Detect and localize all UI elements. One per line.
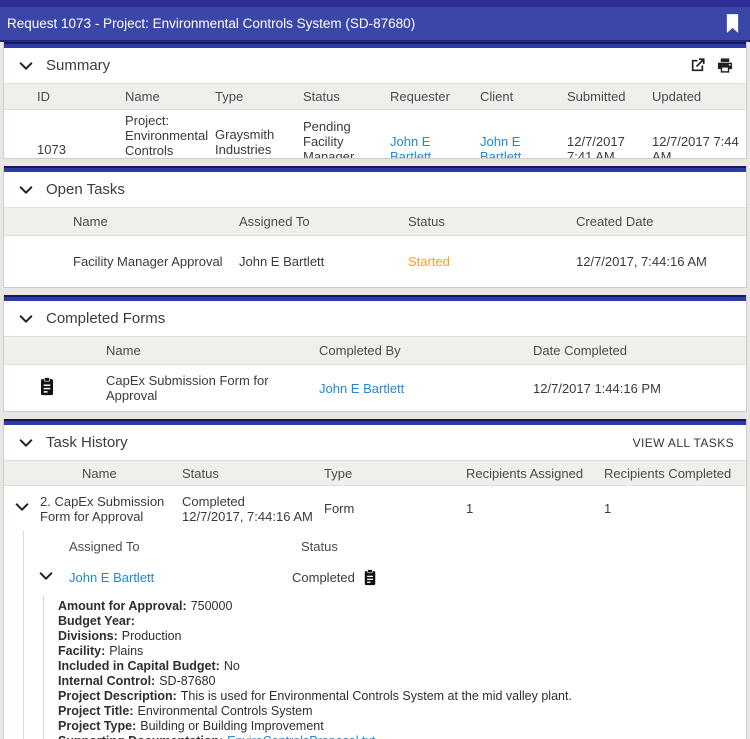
recipient-status: Completed xyxy=(292,570,355,585)
summary-type: Graysmith Industries CapEx xyxy=(215,127,303,159)
completed-forms-heading: Completed Forms xyxy=(46,310,734,327)
history-recipients-assigned: 1 xyxy=(466,501,604,516)
col-completed-by: Completed By xyxy=(319,343,533,358)
task-history-section: Task History VIEW ALL TASKS Name Status … xyxy=(3,419,747,739)
summary-section: Summary ID Name Type Status Requester Cl… xyxy=(3,42,747,159)
col-status: Status xyxy=(303,89,390,104)
col-recipients-assigned: Recipients Assigned xyxy=(466,466,604,481)
detail-project-type: Project Type:Building or Building Improv… xyxy=(58,719,746,734)
col-date-completed: Date Completed xyxy=(533,343,746,358)
titlebar: Request 1073 - Project: Environmental Co… xyxy=(0,0,750,42)
recipient-table-header: Assigned To Status xyxy=(24,531,746,560)
task-history-heading: Task History xyxy=(46,434,633,451)
form-name: CapEx Submission Form for Approval xyxy=(106,373,319,403)
recipient-row[interactable]: John E Bartlett Completed xyxy=(24,560,746,595)
task-created-date: 12/7/2017, 7:44:16 AM xyxy=(576,254,746,269)
detail-project-description: Project Description:This is used for Env… xyxy=(58,689,746,704)
col-type: Type xyxy=(324,466,466,481)
col-updated: Updated xyxy=(652,89,746,104)
history-task-type: Form xyxy=(324,501,466,516)
summary-table-header: ID Name Type Status Requester Client Sub… xyxy=(4,83,746,110)
open-tasks-section: Open Tasks Name Assigned To Status Creat… xyxy=(3,166,747,288)
col-name: Name xyxy=(106,343,319,358)
task-status: Started xyxy=(408,254,576,269)
page-title: Request 1073 - Project: Environmental Co… xyxy=(7,16,725,31)
col-name: Name xyxy=(73,214,239,229)
open-tasks-heading: Open Tasks xyxy=(46,181,734,198)
detail-facility: Facility:Plains xyxy=(58,644,746,659)
supporting-doc-link[interactable]: EnviroControlsProposal.txt xyxy=(227,734,375,739)
requester-link[interactable]: John E Bartlett xyxy=(390,134,431,158)
summary-heading: Summary xyxy=(46,57,689,74)
chevron-down-icon[interactable] xyxy=(18,182,34,198)
completed-forms-table-header: Name Completed By Date Completed xyxy=(4,336,746,365)
task-history-row[interactable]: 2. CapEx Submission Form for Approval Co… xyxy=(4,486,746,531)
chevron-down-icon[interactable] xyxy=(38,568,54,584)
open-task-row: Facility Manager Approval John E Bartlet… xyxy=(4,236,746,287)
col-client: Client xyxy=(480,89,567,104)
task-assigned-to: John E Bartlett xyxy=(239,254,408,269)
chevron-down-icon[interactable] xyxy=(18,435,34,451)
col-recipients-completed: Recipients Completed xyxy=(604,466,746,481)
summary-row: 1073 Project: Environmental Controls Sys… xyxy=(4,110,746,158)
col-submitted: Submitted xyxy=(567,89,652,104)
detail-divisions: Divisions:Production xyxy=(58,629,746,644)
detail-amount: Amount for Approval:750000 xyxy=(58,599,746,614)
summary-submitted: 12/7/2017 7:41 AM xyxy=(567,134,652,158)
detail-supporting-documentation: Supporting Documentation:EnviroControlsP… xyxy=(58,734,746,739)
view-all-tasks-button[interactable]: VIEW ALL TASKS xyxy=(633,436,734,450)
detail-project-title: Project Title:Environmental Controls Sys… xyxy=(58,704,746,719)
chevron-down-icon[interactable] xyxy=(18,58,34,74)
col-status: Status xyxy=(301,539,746,554)
export-icon[interactable] xyxy=(689,57,706,74)
col-name: Name xyxy=(40,466,182,481)
form-details: Amount for Approval:750000 Budget Year: … xyxy=(43,595,746,739)
summary-name: Project: Environmental Controls System (… xyxy=(125,110,215,158)
open-tasks-table-header: Name Assigned To Status Created Date xyxy=(4,207,746,236)
completed-by-link[interactable]: John E Bartlett xyxy=(319,381,404,396)
clipboard-icon[interactable] xyxy=(39,377,55,396)
detail-capital-budget: Included in Capital Budget:No xyxy=(58,659,746,674)
col-id: ID xyxy=(37,89,125,104)
print-icon[interactable] xyxy=(716,57,734,74)
detail-internal-control: Internal Control:SD-87680 xyxy=(58,674,746,689)
bookmark-icon[interactable] xyxy=(725,14,740,33)
col-assigned-to: Assigned To xyxy=(239,214,408,229)
task-history-table-header: Name Status Type Recipients Assigned Rec… xyxy=(4,460,746,486)
chevron-down-icon[interactable] xyxy=(14,499,30,515)
col-type: Type xyxy=(215,89,303,104)
chevron-down-icon[interactable] xyxy=(18,311,34,327)
completed-form-row: CapEx Submission Form for Approval John … xyxy=(4,365,746,411)
clipboard-icon[interactable] xyxy=(363,569,377,586)
col-created-date: Created Date xyxy=(576,214,746,229)
completed-forms-section: Completed Forms Name Completed By Date C… xyxy=(3,295,747,412)
history-task-status: Completed xyxy=(182,494,316,509)
history-task-name: 2. CapEx Submission Form for Approval xyxy=(40,494,182,524)
col-name: Name xyxy=(125,89,215,104)
client-link[interactable]: John E Bartlett xyxy=(480,134,521,158)
summary-id: 1073 xyxy=(37,142,125,157)
col-status: Status xyxy=(182,466,324,481)
col-status: Status xyxy=(408,214,576,229)
col-requester: Requester xyxy=(390,89,480,104)
detail-budget-year: Budget Year: xyxy=(58,614,746,629)
history-task-status-date: 12/7/2017, 7:44:16 AM xyxy=(182,509,316,524)
recipient-link[interactable]: John E Bartlett xyxy=(69,570,154,585)
form-date-completed: 12/7/2017 1:44:16 PM xyxy=(533,381,746,396)
task-history-expanded: Assigned To Status John E Bartlett Compl… xyxy=(23,531,746,739)
history-recipients-completed: 1 xyxy=(604,501,746,516)
summary-updated: 12/7/2017 7:44 AM xyxy=(652,134,746,158)
task-name: Facility Manager Approval xyxy=(73,254,239,269)
col-assigned-to: Assigned To xyxy=(69,539,301,554)
summary-status: Pending Facility Manager Approval xyxy=(303,119,390,158)
